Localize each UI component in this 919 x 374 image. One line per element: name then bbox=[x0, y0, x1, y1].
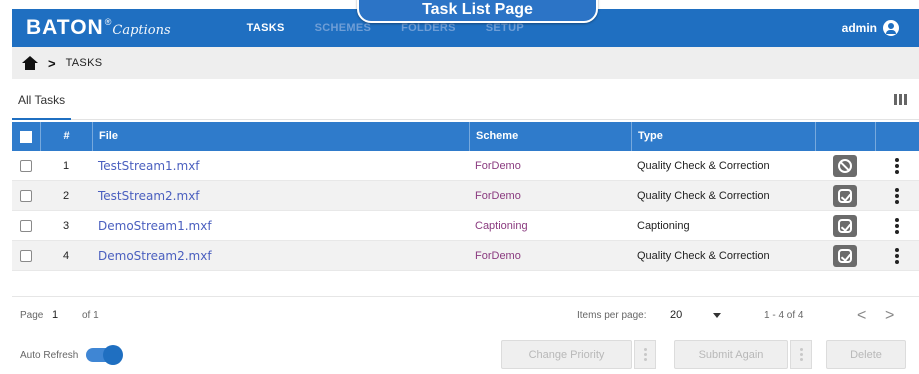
chevron-down-icon[interactable] bbox=[713, 313, 721, 318]
row-checkbox[interactable] bbox=[20, 249, 32, 262]
task-complete-button[interactable] bbox=[833, 244, 857, 267]
auto-refresh-toggle[interactable] bbox=[86, 345, 124, 365]
brand-name: BATON bbox=[26, 16, 104, 39]
row-checkbox[interactable] bbox=[20, 219, 32, 232]
auto-refresh: Auto Refresh bbox=[20, 345, 124, 365]
file-link[interactable]: DemoStream1.mxf bbox=[98, 219, 212, 233]
check-icon bbox=[838, 218, 852, 233]
column-settings-icon[interactable] bbox=[894, 94, 907, 105]
table-row[interactable]: 1 TestStream1.mxf ForDemo Quality Check … bbox=[12, 151, 919, 181]
change-priority-menu-button[interactable] bbox=[634, 340, 656, 369]
scheme-link[interactable]: ForDemo bbox=[475, 250, 521, 262]
column-header-file[interactable]: File bbox=[92, 122, 469, 151]
task-type: Quality Check & Correction bbox=[637, 249, 770, 262]
table-row[interactable]: 3 DemoStream1.mxf Captioning Captioning bbox=[12, 211, 919, 241]
table-row[interactable]: 4 DemoStream2.mxf ForDemo Quality Check … bbox=[12, 241, 919, 271]
nav-schemes[interactable]: SCHEMES bbox=[315, 22, 372, 34]
scheme-link[interactable]: ForDemo bbox=[475, 160, 521, 172]
row-number: 2 bbox=[62, 189, 70, 202]
user-name: admin bbox=[841, 21, 877, 35]
page-number-input[interactable]: 1 bbox=[52, 309, 58, 321]
column-header-num[interactable]: # bbox=[40, 122, 92, 151]
user-account-icon bbox=[883, 20, 899, 36]
brand-registered-mark: ® bbox=[104, 17, 112, 27]
table-row[interactable]: 2 TestStream2.mxf ForDemo Quality Check … bbox=[12, 181, 919, 211]
nav-tasks[interactable]: TASKS bbox=[247, 22, 285, 34]
tabs-row: All Tasks bbox=[12, 80, 919, 120]
column-header-action bbox=[815, 122, 875, 151]
breadcrumb-current: TASKS bbox=[65, 57, 103, 69]
table-header: # File Scheme Type bbox=[12, 122, 919, 151]
column-header-menu bbox=[875, 122, 919, 151]
column-header-scheme[interactable]: Scheme bbox=[469, 122, 631, 151]
change-priority-button[interactable]: Change Priority bbox=[501, 340, 632, 369]
items-per-page-label: Items per page: bbox=[577, 310, 647, 321]
items-per-page-select[interactable]: 20 bbox=[670, 309, 682, 321]
row-checkbox[interactable] bbox=[20, 189, 32, 202]
page-label: Page bbox=[20, 310, 44, 321]
next-page-button[interactable]: > bbox=[885, 307, 894, 325]
file-link[interactable]: TestStream1.mxf bbox=[98, 159, 200, 173]
check-icon bbox=[838, 188, 852, 203]
page-count: of 1 bbox=[82, 310, 99, 321]
kebab-icon bbox=[643, 348, 647, 361]
ban-icon bbox=[838, 158, 852, 173]
row-number: 1 bbox=[62, 159, 70, 172]
task-type: Quality Check & Correction bbox=[637, 159, 770, 172]
row-menu-icon[interactable] bbox=[895, 247, 899, 264]
nav-folders[interactable]: FOLDERS bbox=[401, 22, 456, 34]
table-empty-area bbox=[12, 271, 919, 297]
file-link[interactable]: DemoStream2.mxf bbox=[98, 249, 212, 263]
page-title-banner: Task List Page bbox=[357, 0, 598, 23]
row-number: 4 bbox=[62, 249, 70, 262]
file-link[interactable]: TestStream2.mxf bbox=[98, 189, 200, 203]
delete-button[interactable]: Delete bbox=[826, 340, 906, 369]
scheme-link[interactable]: ForDemo bbox=[475, 190, 521, 202]
task-table: # File Scheme Type 1 TestStream1.mxf For… bbox=[12, 122, 919, 297]
auto-refresh-label: Auto Refresh bbox=[20, 349, 79, 361]
column-header-type[interactable]: Type bbox=[631, 122, 815, 151]
page-range: 1 - 4 of 4 bbox=[764, 310, 804, 321]
row-menu-icon[interactable] bbox=[895, 217, 899, 234]
tab-all-tasks[interactable]: All Tasks bbox=[12, 80, 72, 120]
check-icon bbox=[838, 248, 852, 263]
pagination-bar: Page 1 of 1 Items per page: 20 1 - 4 of … bbox=[12, 306, 919, 328]
scheme-link[interactable]: Captioning bbox=[475, 220, 528, 232]
nav-setup[interactable]: SETUP bbox=[486, 22, 524, 34]
task-complete-button[interactable] bbox=[833, 214, 857, 237]
submit-again-menu-button[interactable] bbox=[790, 340, 812, 369]
task-type: Quality Check & Correction bbox=[637, 189, 770, 202]
submit-again-button[interactable]: Submit Again bbox=[674, 340, 788, 369]
main-nav: TASKS SCHEMES FOLDERS SETUP bbox=[247, 22, 524, 34]
row-menu-icon[interactable] bbox=[895, 157, 899, 174]
kebab-icon bbox=[799, 348, 803, 361]
home-icon[interactable] bbox=[22, 56, 38, 70]
row-number: 3 bbox=[62, 219, 70, 232]
breadcrumb: > TASKS bbox=[12, 47, 919, 79]
brand-logo[interactable]: BATON ® Captions bbox=[26, 16, 171, 40]
task-type: Captioning bbox=[637, 219, 690, 232]
previous-page-button[interactable]: < bbox=[857, 307, 866, 325]
row-checkbox[interactable] bbox=[20, 159, 32, 172]
abort-task-button[interactable] bbox=[833, 154, 857, 177]
select-all-cell bbox=[12, 130, 40, 143]
task-complete-button[interactable] bbox=[833, 184, 857, 207]
user-menu[interactable]: admin bbox=[842, 20, 899, 36]
breadcrumb-separator: > bbox=[48, 55, 56, 71]
select-all-checkbox[interactable] bbox=[20, 130, 32, 143]
row-menu-icon[interactable] bbox=[895, 187, 899, 204]
brand-product: Captions bbox=[112, 23, 171, 38]
